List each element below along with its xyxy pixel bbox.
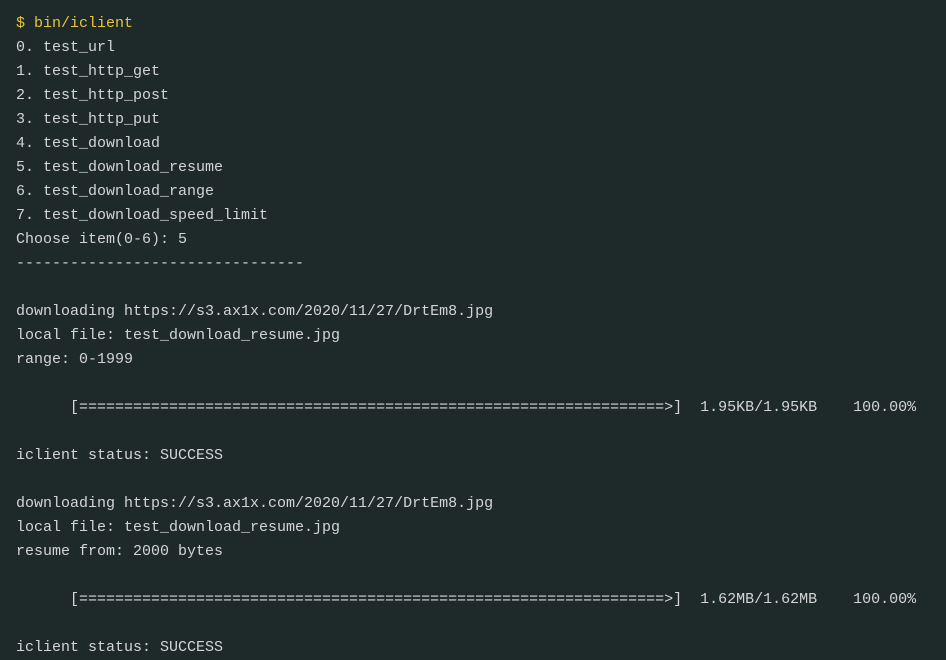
block1-line3: range: 0-1999 — [16, 348, 930, 372]
download-block-1: downloading https://s3.ax1x.com/2020/11/… — [16, 300, 930, 468]
menu-item-4: 4. test_download — [16, 132, 930, 156]
menu-item-2: 2. test_http_post — [16, 84, 930, 108]
block1-progress-stats: 1.95KB/1.95KB 100.00% — [682, 399, 916, 416]
prompt-line: $ bin/iclient — [16, 12, 930, 36]
terminal: $ bin/iclient 0. test_url 1. test_http_g… — [16, 12, 930, 493]
block2-line1: downloading https://s3.ax1x.com/2020/11/… — [16, 492, 930, 516]
block2-progress-stats: 1.62MB/1.62MB 100.00% — [682, 591, 916, 608]
menu-list: 0. test_url 1. test_http_get 2. test_htt… — [16, 36, 930, 228]
menu-item-5: 5. test_download_resume — [16, 156, 930, 180]
block1-line2: local file: test_download_resume.jpg — [16, 324, 930, 348]
separator-line: -------------------------------- — [16, 252, 930, 276]
blank-line-2 — [16, 468, 930, 492]
menu-item-1: 1. test_http_get — [16, 60, 930, 84]
block1-status: iclient status: SUCCESS — [16, 444, 930, 468]
download-block-2: downloading https://s3.ax1x.com/2020/11/… — [16, 492, 930, 660]
block1-progress: [=======================================… — [16, 372, 930, 444]
block2-line2: local file: test_download_resume.jpg — [16, 516, 930, 540]
choose-prompt: Choose item(0-6): 5 — [16, 228, 930, 252]
block1-progress-bar: [=======================================… — [70, 399, 682, 416]
block2-line3: resume from: 2000 bytes — [16, 540, 930, 564]
menu-item-6: 6. test_download_range — [16, 180, 930, 204]
block2-progress: [=======================================… — [16, 564, 930, 636]
menu-item-7: 7. test_download_speed_limit — [16, 204, 930, 228]
menu-item-3: 3. test_http_put — [16, 108, 930, 132]
block2-status: iclient status: SUCCESS — [16, 636, 930, 660]
block2-progress-bar: [=======================================… — [70, 591, 682, 608]
menu-item-0: 0. test_url — [16, 36, 930, 60]
blank-line-1 — [16, 276, 930, 300]
block1-line1: downloading https://s3.ax1x.com/2020/11/… — [16, 300, 930, 324]
